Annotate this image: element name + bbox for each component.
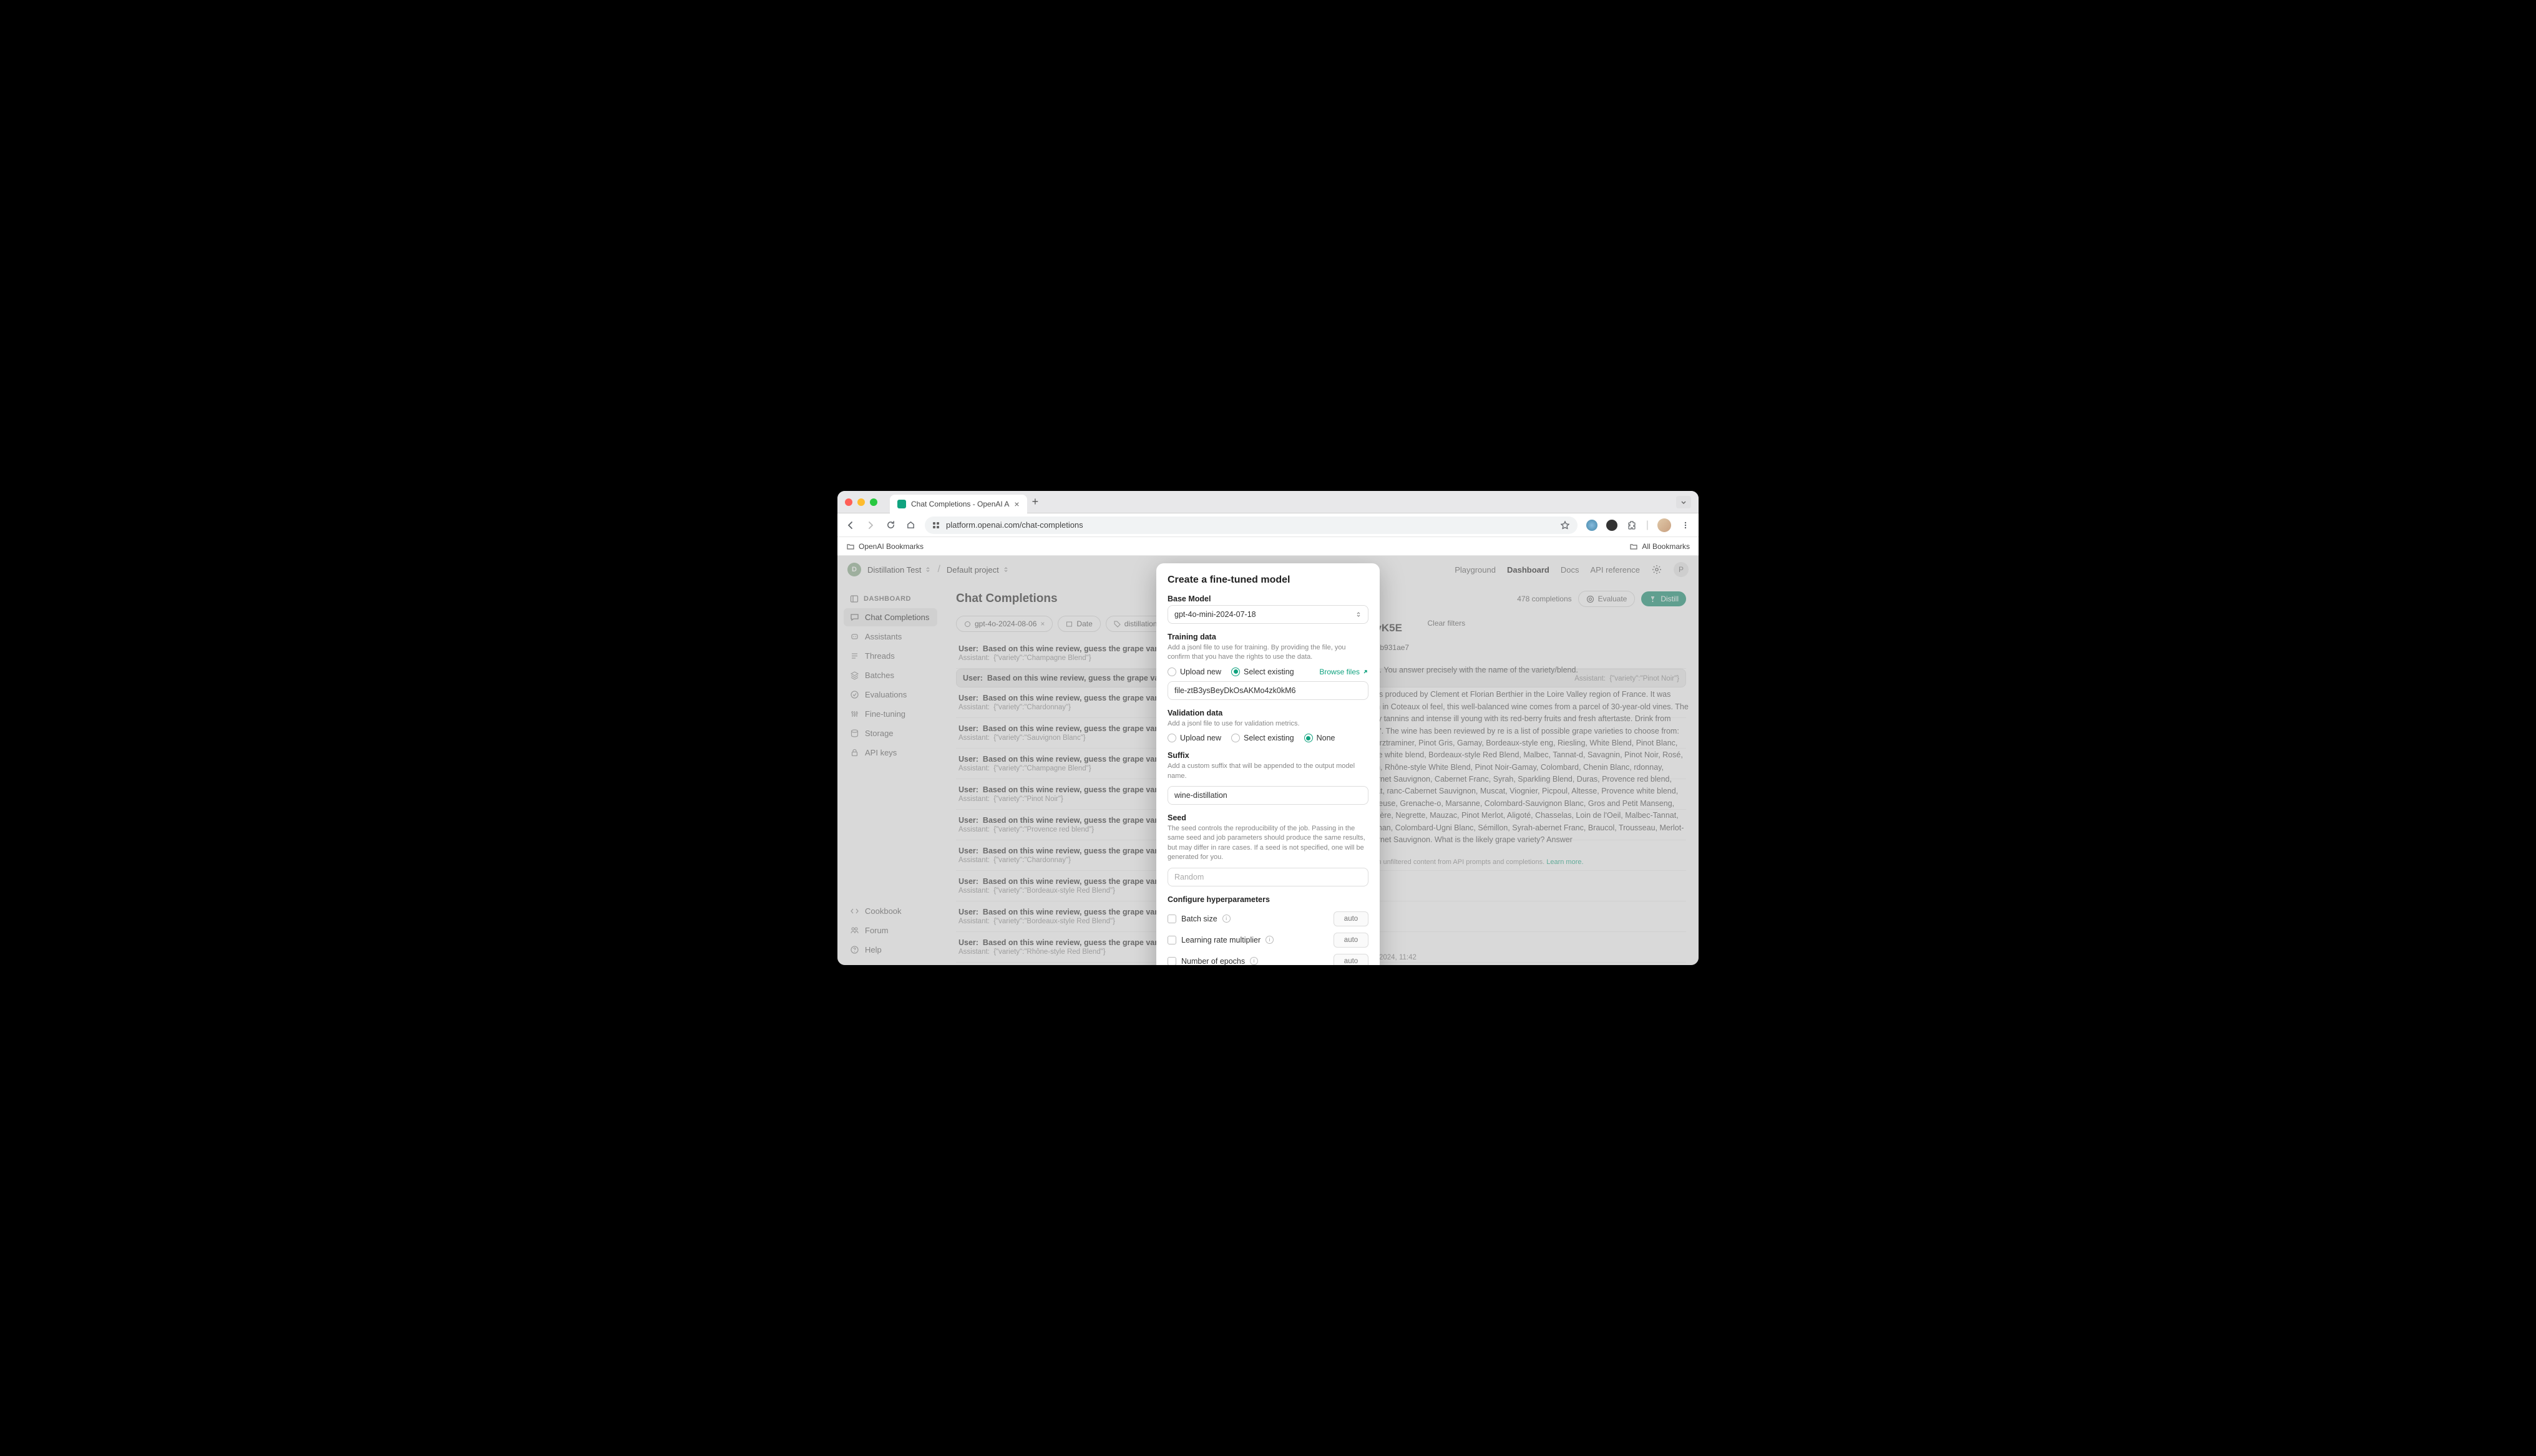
validation-none[interactable]: None [1304,734,1335,742]
fine-tune-modal: Create a fine-tuned model Base Model gpt… [1156,563,1380,965]
suffix-label: Suffix [1168,751,1368,760]
batch-input[interactable] [1334,911,1368,926]
info-icon[interactable]: i [1266,936,1274,944]
new-tab-button[interactable]: + [1032,495,1039,508]
chevron-updown-icon [1355,611,1362,618]
suffix-group: Suffix Add a custom suffix that will be … [1168,751,1368,805]
tab-title: Chat Completions - OpenAI A [911,500,1009,508]
base-model-group: Base Model gpt-4o-mini-2024-07-18 [1168,595,1368,624]
external-link-icon [1362,669,1368,675]
close-window[interactable] [845,498,852,506]
hyperparams-group: Configure hyperparameters Batch size i Le… [1168,895,1368,965]
tab-dropdown[interactable] [1676,496,1691,508]
extension-icon-2[interactable] [1606,520,1617,531]
all-bookmarks-label: All Bookmarks [1642,542,1690,551]
seed-group: Seed The seed controls the reproducibili… [1168,813,1368,886]
titlebar: Chat Completions - OpenAI A × + [837,491,1699,513]
lr-input[interactable] [1334,933,1368,948]
seed-help: The seed controls the reproducibility of… [1168,824,1368,863]
url-bar[interactable]: platform.openai.com/chat-completions [925,517,1578,534]
validation-select-existing[interactable]: Select existing [1231,734,1294,742]
base-model-value: gpt-4o-mini-2024-07-18 [1174,610,1256,619]
site-settings-icon [932,522,940,529]
training-file-input[interactable] [1168,681,1368,700]
suffix-help: Add a custom suffix that will be appende… [1168,762,1368,781]
radio-icon [1168,667,1176,676]
extensions-icon[interactable] [1626,520,1637,531]
home-button[interactable] [905,520,916,531]
folder-icon [1629,542,1638,551]
epochs-input[interactable] [1334,954,1368,965]
bookmarks-bar: OpenAI Bookmarks All Bookmarks [837,537,1699,556]
radio-icon [1231,734,1240,742]
info-icon[interactable]: i [1250,957,1258,965]
favicon-icon [897,500,906,508]
browser-tab[interactable]: Chat Completions - OpenAI A × [890,495,1027,513]
lr-label: Learning rate multiplier [1181,936,1261,944]
extension-icon-1[interactable] [1586,520,1597,531]
browser-menu-icon[interactable] [1680,520,1691,531]
reload-button[interactable] [885,520,896,531]
training-select-existing[interactable]: Select existing [1231,667,1294,676]
base-model-label: Base Model [1168,595,1368,603]
validation-label: Validation data [1168,709,1368,717]
suffix-input[interactable] [1168,786,1368,805]
browse-files-link[interactable]: Browse files [1319,667,1368,676]
back-button[interactable] [845,520,856,531]
radio-icon [1304,734,1313,742]
modal-title: Create a fine-tuned model [1168,575,1368,586]
minimize-window[interactable] [857,498,865,506]
radio-icon [1168,734,1176,742]
base-model-select[interactable]: gpt-4o-mini-2024-07-18 [1168,605,1368,624]
url-text: platform.openai.com/chat-completions [946,520,1083,530]
all-bookmarks[interactable]: All Bookmarks [1629,542,1690,551]
hparams-label: Configure hyperparameters [1168,895,1368,904]
folder-icon [846,542,855,551]
training-data-group: Training data Add a jsonl file to use fo… [1168,633,1368,700]
training-help: Add a jsonl file to use for training. By… [1168,643,1368,662]
radio-icon [1231,667,1240,676]
seed-input[interactable] [1168,868,1368,886]
batch-label: Batch size [1181,915,1217,923]
bookmark-folder[interactable]: OpenAI Bookmarks [846,542,924,551]
lr-checkbox[interactable] [1168,936,1176,944]
hparam-batch: Batch size i [1168,911,1368,926]
epochs-checkbox[interactable] [1168,957,1176,965]
epochs-label: Number of epochs [1181,957,1245,965]
training-radio-row: Upload new Select existing Browse files [1168,667,1368,676]
bookmark-label: OpenAI Bookmarks [859,542,924,551]
validation-data-group: Validation data Add a jsonl file to use … [1168,709,1368,742]
app-body: D Distillation Test / Default project Pl… [837,556,1699,965]
browser-window: Chat Completions - OpenAI A × + platform… [837,491,1699,965]
browser-toolbar: platform.openai.com/chat-completions | [837,513,1699,537]
training-label: Training data [1168,633,1368,641]
bookmark-star-icon[interactable] [1560,520,1570,530]
hparam-epochs: Number of epochs i [1168,954,1368,965]
validation-upload-new[interactable]: Upload new [1168,734,1221,742]
batch-checkbox[interactable] [1168,915,1176,923]
seed-label: Seed [1168,813,1368,822]
profile-avatar[interactable] [1657,518,1671,532]
validation-help: Add a jsonl file to use for validation m… [1168,719,1368,729]
window-controls [845,498,877,506]
close-tab-icon[interactable]: × [1014,499,1019,509]
forward-button[interactable] [865,520,876,531]
info-icon[interactable]: i [1222,915,1231,923]
hparam-lr: Learning rate multiplier i [1168,933,1368,948]
maximize-window[interactable] [870,498,877,506]
training-upload-new[interactable]: Upload new [1168,667,1221,676]
